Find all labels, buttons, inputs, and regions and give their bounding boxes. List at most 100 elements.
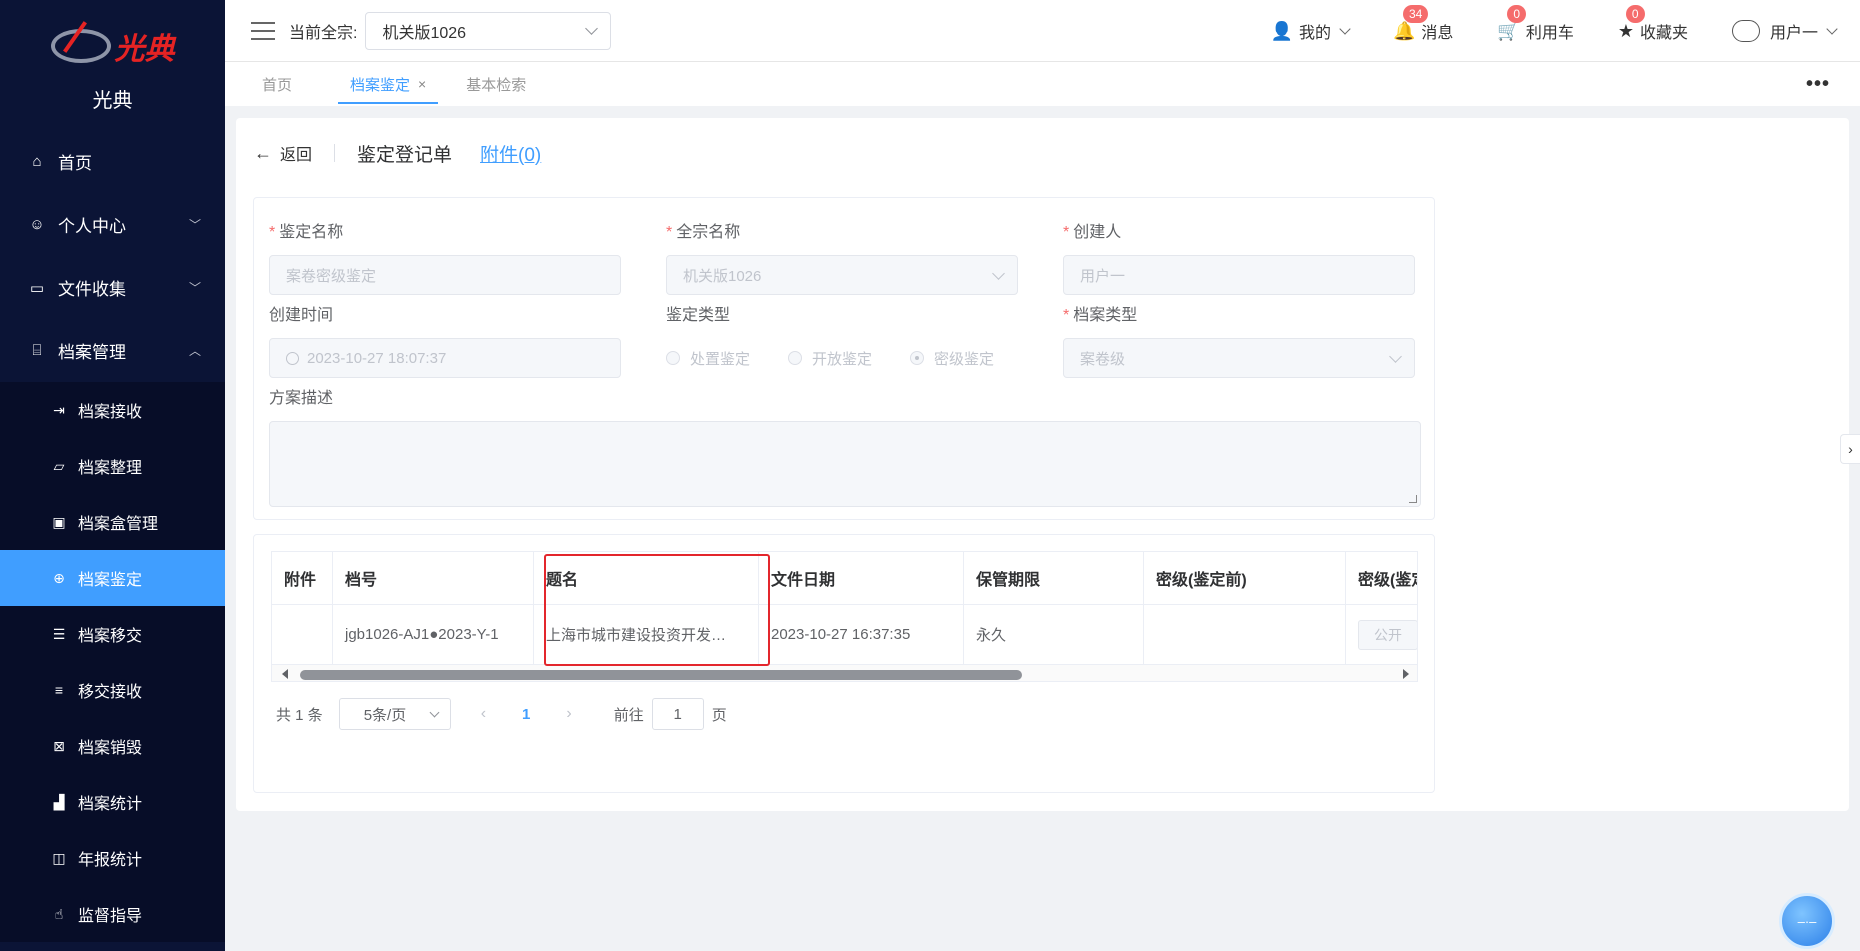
- tab-label: 基本检索: [466, 76, 527, 94]
- cart-icon: 🛒: [1497, 20, 1520, 41]
- my-menu[interactable]: 👤 我的: [1271, 19, 1351, 43]
- sidebar-item-file-collection[interactable]: ▭ 文件收集 ﹀: [0, 256, 225, 319]
- column-header: 密级(鉴定前): [1144, 552, 1346, 604]
- tab-basic-search[interactable]: 基本检索: [446, 62, 546, 106]
- horizontal-scrollbar[interactable]: [272, 664, 1417, 681]
- tray-icon: ▭: [29, 279, 45, 297]
- sidebar-item-annual-report[interactable]: ◫ 年报统计: [0, 830, 225, 886]
- messages-badge: 34: [1402, 5, 1429, 23]
- sidebar-item-label: 档案移交: [78, 628, 143, 645]
- scroll-thumb[interactable]: [300, 670, 1022, 680]
- creator-input[interactable]: 用户一: [1063, 255, 1415, 295]
- scroll-left-icon[interactable]: [282, 669, 288, 679]
- sidebar-item-archive-box[interactable]: ▣ 档案盒管理: [0, 494, 225, 550]
- sidebar-item-archive-transfer[interactable]: ☰ 档案移交: [0, 606, 225, 662]
- field-fonds-name: * 全宗名称 机关版1026: [666, 218, 1018, 295]
- radio-label: 密级鉴定: [934, 350, 995, 368]
- sidebar-item-label: 移交接收: [78, 684, 143, 701]
- list-icon: ≡: [54, 682, 64, 698]
- my-menu-label: 我的: [1298, 25, 1331, 42]
- fonds-name-select[interactable]: 机关版1026: [666, 255, 1018, 295]
- field-label: 创建时间: [269, 307, 334, 324]
- input-value: 2023-10-27 18:07:37: [307, 349, 447, 367]
- sidebar-item-archive-receive[interactable]: ⇥ 档案接收: [0, 382, 225, 438]
- main-panel: ← 返回 鉴定登记单 附件(0) * 鉴定名称 案卷密级鉴定 * 全宗名称 机关版1…: [236, 118, 1849, 811]
- chevron-down-icon: [1389, 350, 1402, 363]
- table-cell: [272, 605, 333, 664]
- sidebar-item-archive-statistics[interactable]: ▟ 档案统计: [0, 774, 225, 830]
- back-button[interactable]: ← 返回: [254, 141, 312, 165]
- radio-disposal[interactable]: 处置鉴定: [666, 348, 750, 369]
- sidebar-item-personal-center[interactable]: ☺ 个人中心 ﹀: [0, 193, 225, 256]
- list-icon: ☰: [52, 625, 66, 642]
- created-time-input[interactable]: 2023-10-27 18:07:37: [269, 338, 621, 378]
- favorites-button[interactable]: ★ 0 收藏夹: [1618, 5, 1688, 43]
- user-menu[interactable]: 用户一: [1731, 19, 1838, 43]
- attachment-link[interactable]: 附件(0): [480, 140, 541, 167]
- tab-label: 档案鉴定: [350, 76, 411, 94]
- chevron-down-icon: [992, 267, 1005, 280]
- assistant-float-icon[interactable]: –·–: [1779, 893, 1835, 949]
- box-icon: ▣: [52, 513, 66, 530]
- close-icon[interactable]: ×: [418, 76, 426, 92]
- divider: [334, 144, 336, 162]
- goto-page-input[interactable]: 1: [651, 698, 704, 730]
- secret-level-select[interactable]: 公开: [1358, 619, 1417, 650]
- scroll-right-icon[interactable]: [1403, 669, 1409, 679]
- radio-open[interactable]: 开放鉴定: [788, 348, 872, 369]
- sidebar-item-supervision[interactable]: ☝ 监督指导: [0, 886, 225, 942]
- field-label: 全宗名称: [676, 224, 741, 241]
- select-value: 案卷级: [1080, 350, 1126, 368]
- table-cell: 永久: [964, 605, 1144, 664]
- radio-circle: [910, 351, 925, 365]
- table-cell: jgb1026-AJ1●2023-Y-1: [333, 605, 534, 664]
- tab-home[interactable]: 首页: [242, 62, 312, 106]
- highlight-box: [544, 554, 770, 666]
- records-card: 附件 档号 题名 文件日期 保管期限 密级(鉴定前) 密级(鉴定 jgb1026…: [253, 534, 1435, 793]
- radio-circle: [788, 351, 803, 365]
- cart-label: 利用车: [1525, 25, 1574, 42]
- sidebar-item-transfer-receive[interactable]: ≡ 移交接收: [0, 662, 225, 718]
- prev-page-icon[interactable]: ‹: [481, 705, 486, 723]
- table-cell: [1144, 605, 1346, 664]
- field-label: 鉴定名称: [279, 224, 344, 241]
- resize-handle-icon[interactable]: [1409, 495, 1417, 503]
- table-row[interactable]: jgb1026-AJ1●2023-Y-1 上海市城市建设投资开发… 2023-1…: [272, 604, 1417, 664]
- sidebar-item-label: 档案盒管理: [78, 516, 159, 533]
- sidebar-item-archive-appraisal[interactable]: ⊕ 档案鉴定: [0, 550, 225, 606]
- messages-button[interactable]: 🔔 34 消息: [1393, 5, 1453, 43]
- more-icon[interactable]: •••: [1806, 73, 1830, 96]
- field-creator: * 创建人 用户一: [1063, 218, 1415, 295]
- current-fonds-select[interactable]: 机关版1026: [365, 11, 612, 50]
- appraisal-type-radios: 处置鉴定 开放鉴定 密级鉴定: [666, 338, 994, 378]
- description-textarea[interactable]: [269, 421, 1421, 507]
- user-icon: ☺: [29, 216, 45, 233]
- cart-button[interactable]: 🛒 0 利用车: [1497, 5, 1574, 43]
- sidebar-item-home[interactable]: ⌂ 首页: [0, 130, 225, 193]
- chevron-down-icon: [1339, 23, 1351, 35]
- current-fonds-label: 当前全宗:: [289, 24, 358, 42]
- field-created-time: 创建时间 2023-10-27 18:07:37: [269, 301, 621, 378]
- appraisal-name-input[interactable]: 案卷密级鉴定: [269, 255, 621, 295]
- page-size-select[interactable]: 5条/页: [338, 698, 451, 730]
- hamburger-icon[interactable]: [251, 21, 275, 40]
- sidebar-item-archive-organize[interactable]: ▱ 档案整理: [0, 438, 225, 494]
- radio-label: 开放鉴定: [812, 350, 873, 368]
- archive-type-select[interactable]: 案卷级: [1063, 338, 1415, 378]
- sidebar-item-label: 监督指导: [78, 908, 143, 925]
- required-mark: *: [1063, 307, 1070, 324]
- next-page-icon[interactable]: ›: [566, 705, 571, 723]
- tab-archive-appraisal[interactable]: 档案鉴定 ×: [330, 62, 446, 106]
- favorites-badge: 0: [1625, 5, 1645, 23]
- back-label: 返回: [280, 147, 313, 164]
- pagination-total: 共 1 条: [276, 706, 323, 724]
- logo-brand-text: 光典: [114, 32, 175, 66]
- goto-suffix: 页: [711, 706, 727, 724]
- sidebar-item-archive-destroy[interactable]: ⊠ 档案销毁: [0, 718, 225, 774]
- page-number[interactable]: 1: [522, 706, 530, 723]
- field-label: 创建人: [1073, 224, 1122, 241]
- chevron-right-icon[interactable]: ›: [1840, 434, 1860, 464]
- radio-secret-level[interactable]: 密级鉴定: [910, 348, 994, 369]
- sidebar-item-label: 档案管理: [58, 343, 126, 362]
- sidebar-item-archive-management[interactable]: ⌸ 档案管理 ︿: [0, 319, 225, 382]
